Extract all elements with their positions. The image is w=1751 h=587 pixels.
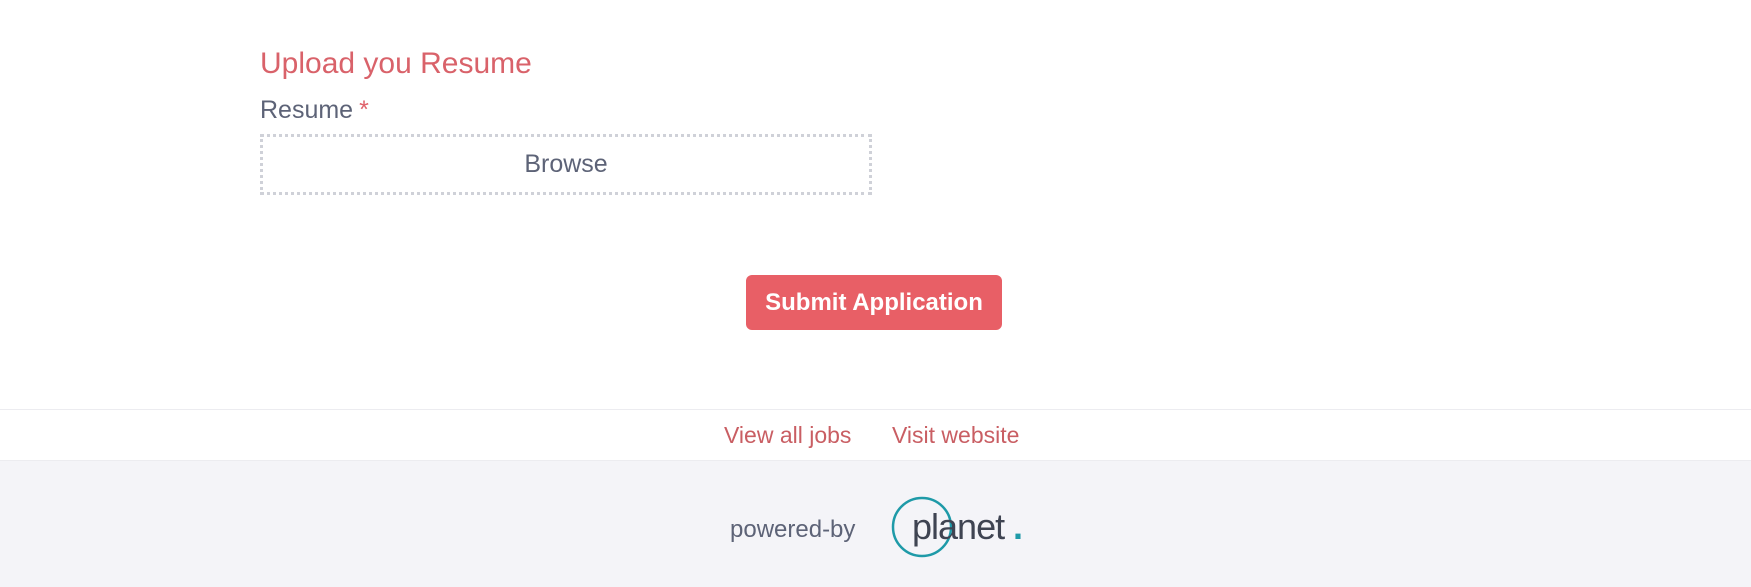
resume-upload-dropzone[interactable]: Browse [260,134,872,195]
planet-logo: planet . [891,496,1023,558]
resume-field-label: Resume * [260,94,369,126]
browse-label: Browse [524,150,608,178]
logo-wordmark: planet [912,506,1005,547]
view-all-jobs-link[interactable]: View all jobs [724,421,851,449]
powered-by-text: powered-by [730,516,856,543]
submit-application-button[interactable]: Submit Application [746,275,1002,330]
resume-label-text: Resume [260,96,354,124]
section-title: Upload you Resume [260,47,532,80]
footer: powered-by planet . [0,460,1751,587]
required-asterisk: * [359,96,369,124]
footer-links-bar: View all jobs Visit website [0,409,1751,460]
logo-dot: . [1013,506,1023,547]
visit-website-link[interactable]: Visit website [892,421,1019,449]
